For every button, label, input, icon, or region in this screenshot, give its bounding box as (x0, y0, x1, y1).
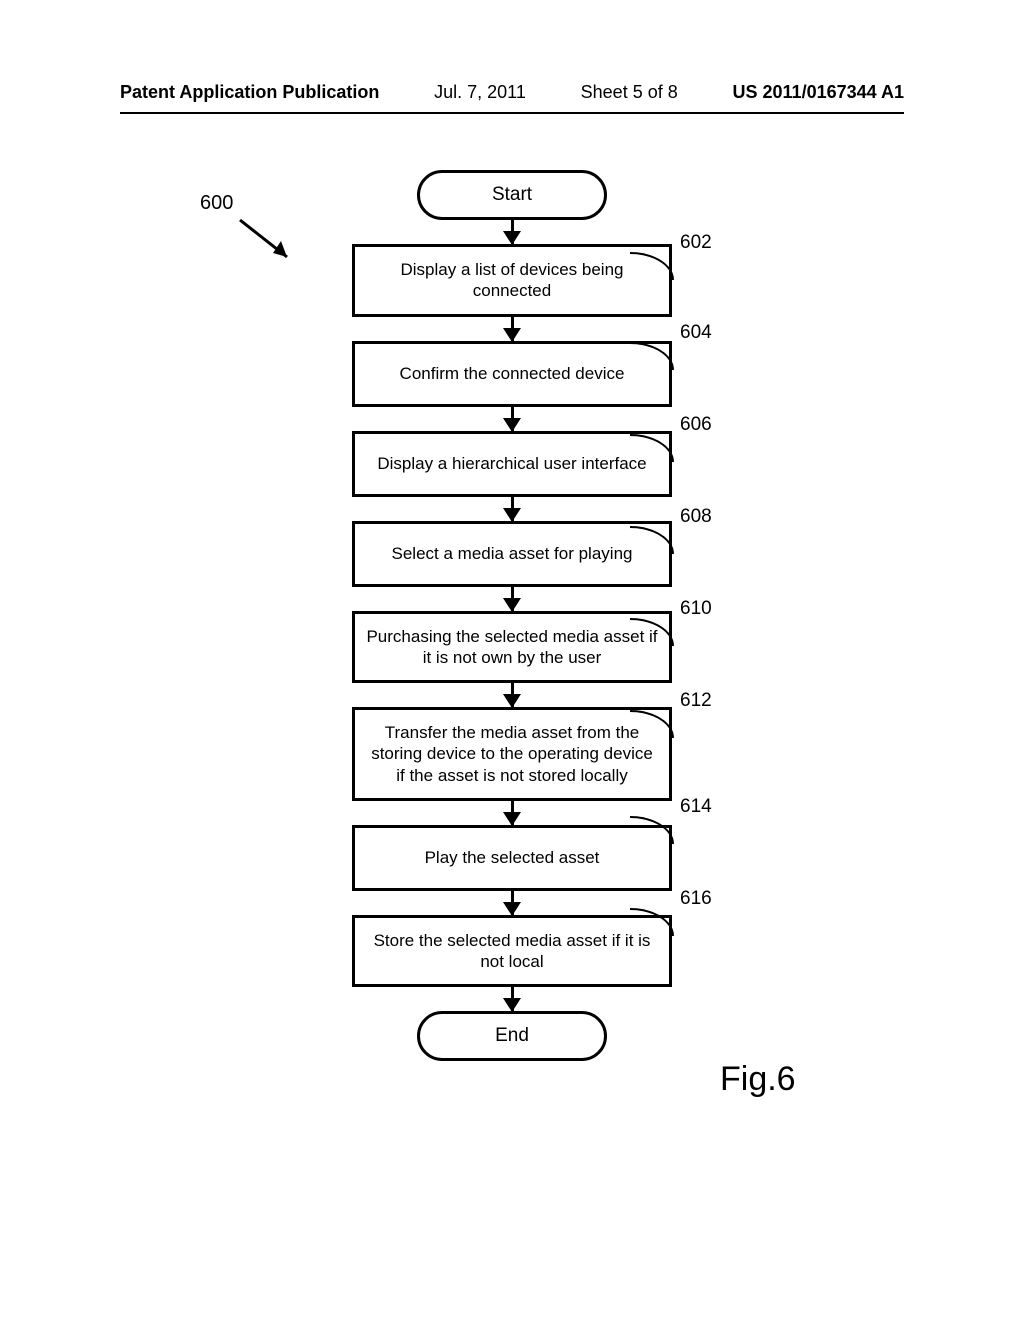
ref-602: 602 (680, 232, 712, 254)
step-610: Purchasing the selected media asset if i… (352, 611, 672, 684)
start-label: Start (492, 184, 532, 206)
step-616: Store the selected media asset if it is … (352, 915, 672, 988)
arrow-icon (511, 891, 514, 915)
arrow-icon (511, 407, 514, 431)
ref-604: 604 (680, 322, 712, 344)
ref-606: 606 (680, 414, 712, 436)
publication-title: Patent Application Publication (120, 82, 379, 103)
end-label: End (495, 1025, 529, 1047)
step-606: Display a hierarchical user interface (352, 431, 672, 497)
step-602: Display a list of devices being connecte… (352, 244, 672, 317)
ref-608: 608 (680, 506, 712, 528)
figure-label: Fig.6 (720, 1060, 796, 1099)
arrow-icon (511, 587, 514, 611)
step-text: Store the selected media asset if it is … (365, 930, 659, 973)
page: Patent Application Publication Jul. 7, 2… (0, 0, 1024, 1320)
arrow-icon (511, 801, 514, 825)
arrow-icon (511, 317, 514, 341)
header-rule (120, 112, 904, 114)
publication-number: US 2011/0167344 A1 (733, 82, 904, 103)
ref-614: 614 (680, 796, 712, 818)
ref-610: 610 (680, 598, 712, 620)
publication-date: Jul. 7, 2011 (434, 82, 526, 103)
arrow-icon (511, 987, 514, 1011)
step-text: Display a hierarchical user interface (377, 453, 646, 474)
step-614: Play the selected asset (352, 825, 672, 891)
step-text: Play the selected asset (425, 847, 600, 868)
step-608: Select a media asset for playing (352, 521, 672, 587)
step-text: Select a media asset for playing (392, 543, 633, 564)
flowchart: Start Display a list of devices being co… (0, 170, 1024, 1061)
ref-616: 616 (680, 888, 712, 910)
end-terminator: End (417, 1011, 607, 1061)
step-text: Transfer the media asset from the storin… (365, 722, 659, 786)
step-text: Purchasing the selected media asset if i… (365, 626, 659, 669)
arrow-icon (511, 683, 514, 707)
step-612: Transfer the media asset from the storin… (352, 707, 672, 801)
page-header: Patent Application Publication Jul. 7, 2… (120, 82, 904, 103)
sheet-number: Sheet 5 of 8 (581, 82, 678, 103)
start-terminator: Start (417, 170, 607, 220)
step-text: Display a list of devices being connecte… (365, 259, 659, 302)
step-604: Confirm the connected device (352, 341, 672, 407)
arrow-icon (511, 220, 514, 244)
ref-612: 612 (680, 690, 712, 712)
step-text: Confirm the connected device (400, 363, 625, 384)
arrow-icon (511, 497, 514, 521)
